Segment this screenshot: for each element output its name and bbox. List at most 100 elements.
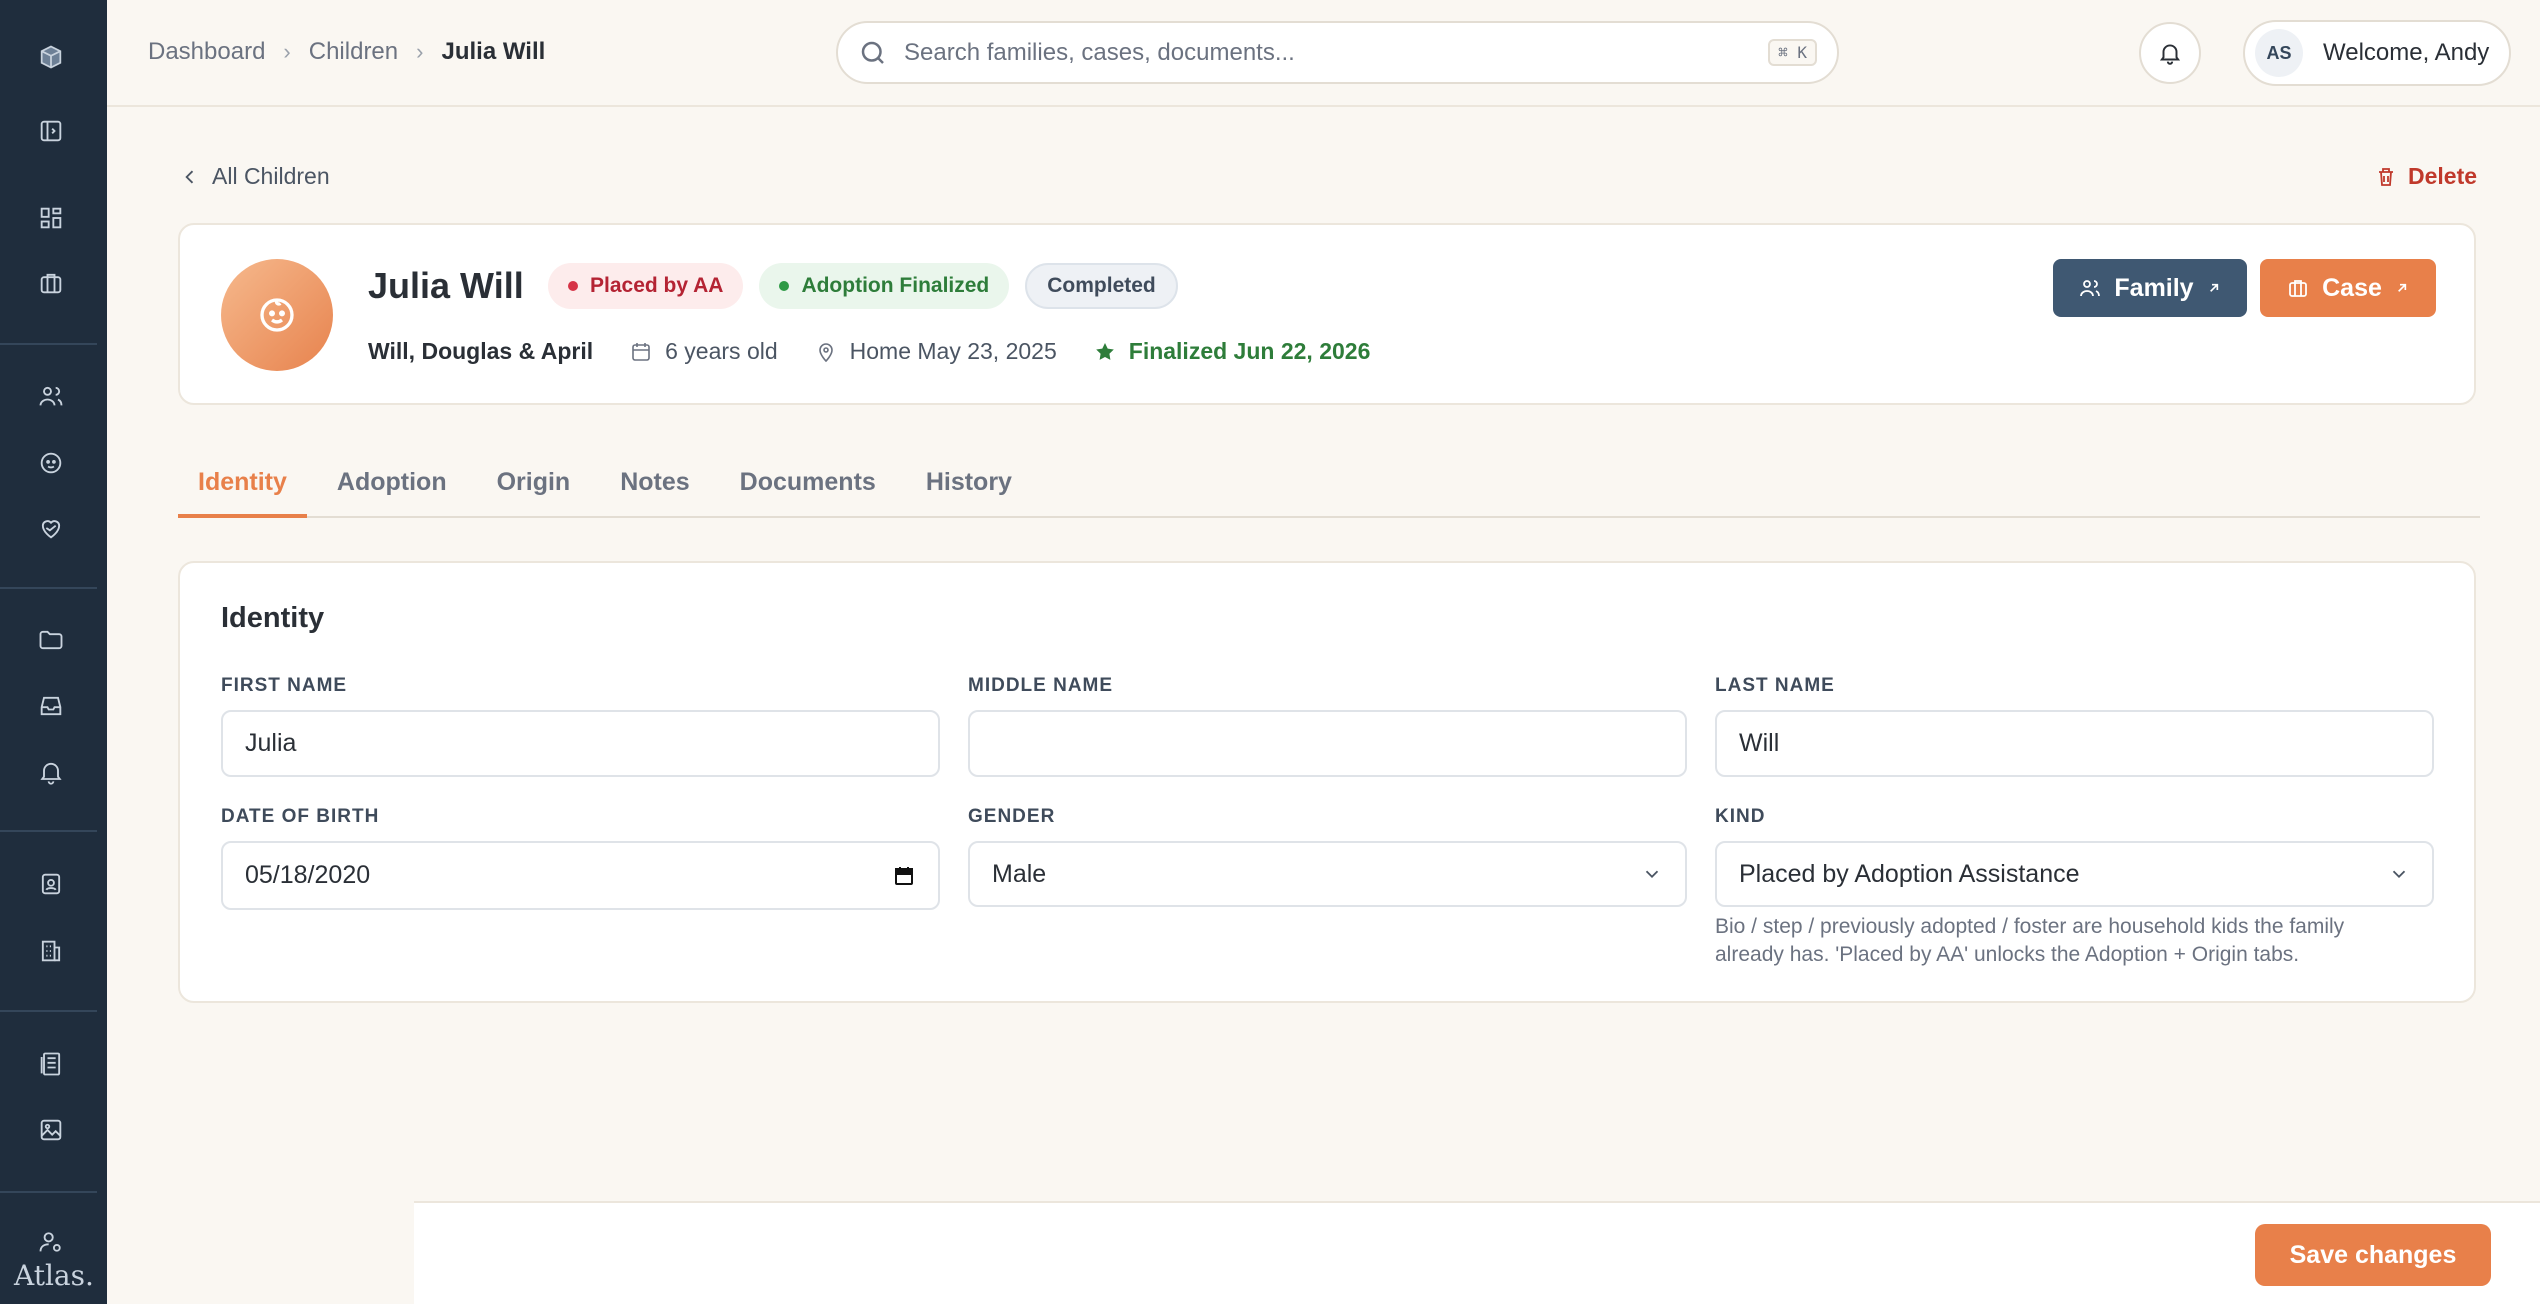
delete-label: Delete xyxy=(2408,163,2478,189)
finalized-text: Finalized Jun 22, 2026 xyxy=(1128,338,1371,364)
gender-select[interactable]: Male xyxy=(968,841,1687,907)
chevron-down-icon xyxy=(2392,870,2406,879)
back-to-children-link[interactable]: All Children xyxy=(180,163,330,190)
family-button[interactable]: Family xyxy=(2053,259,2247,317)
calendar-icon xyxy=(632,342,650,361)
location-pin-icon xyxy=(818,342,833,362)
home-text: Home May 23, 2025 xyxy=(849,338,1057,364)
chevron-down-icon xyxy=(1645,870,1659,879)
delete-button[interactable]: Delete xyxy=(2374,163,2477,190)
family-names: Will, Douglas & April xyxy=(368,338,594,364)
kind-help-text: Bio / step / previously adopted / foster… xyxy=(1715,915,2345,966)
sidebar: Atlas. xyxy=(0,0,107,1304)
app-logo-icon[interactable] xyxy=(33,39,69,75)
users-icon xyxy=(2080,280,2101,297)
breadcrumb-current: Julia Will xyxy=(441,38,546,65)
tab-history[interactable]: History xyxy=(906,448,1032,518)
middle-name-field[interactable] xyxy=(968,710,1687,777)
status-badge: Adoption Finalized xyxy=(759,263,1010,309)
dob-label: DATE OF BIRTH xyxy=(221,806,380,827)
middle-name-label: MIDDLE NAME xyxy=(968,675,1114,696)
user-menu[interactable]: AS Welcome, Andy xyxy=(2243,20,2511,86)
notifications-icon[interactable] xyxy=(33,754,69,790)
search-shortcut: ⌘ K xyxy=(1768,39,1817,66)
sidebar-divider xyxy=(0,343,97,345)
cases-icon[interactable] xyxy=(33,265,69,301)
status-badge: Completed xyxy=(1025,263,1178,309)
child-profile-card: Julia Will Placed by AA Adoption Finaliz… xyxy=(178,223,2476,405)
collapse-sidebar-icon[interactable] xyxy=(33,113,69,149)
breadcrumb-children[interactable]: Children xyxy=(309,38,398,66)
dashboard-icon[interactable] xyxy=(33,200,69,236)
families-icon[interactable] xyxy=(33,378,69,414)
first-name-field[interactable]: Julia xyxy=(221,710,940,777)
tab-origin[interactable]: Origin xyxy=(477,448,591,518)
tab-identity[interactable]: Identity xyxy=(178,448,307,518)
first-name-label: FIRST NAME xyxy=(221,675,348,696)
badge-label: Completed xyxy=(1047,274,1156,297)
status-dot xyxy=(568,281,578,291)
gallery-icon[interactable] xyxy=(33,1112,69,1148)
finalized-item: Finalized Jun 22, 2026 xyxy=(1093,338,1371,365)
search-icon xyxy=(861,41,884,64)
tab-notes[interactable]: Notes xyxy=(600,448,709,518)
calendar-icon[interactable] xyxy=(892,864,916,888)
chevron-left-icon xyxy=(185,170,194,183)
sidebar-divider xyxy=(0,587,97,589)
kind-value: Placed by Adoption Assistance xyxy=(1739,859,2080,888)
notifications-button[interactable] xyxy=(2139,22,2201,84)
badge-label: Adoption Finalized xyxy=(801,274,990,297)
back-label: All Children xyxy=(212,163,330,189)
detail-tabs: Identity Adoption Origin Notes Documents… xyxy=(178,448,2480,518)
star-icon xyxy=(1095,342,1114,360)
tab-documents[interactable]: Documents xyxy=(720,448,896,518)
avatar: AS xyxy=(2255,29,2303,77)
baby-face-icon xyxy=(260,298,294,332)
app-logo-text: Atlas. xyxy=(14,1259,94,1292)
sidebar-divider xyxy=(0,1191,97,1193)
breadcrumb-dashboard[interactable]: Dashboard xyxy=(148,38,265,66)
welcome-text: Welcome, Andy xyxy=(2323,39,2490,66)
contacts-icon[interactable] xyxy=(33,866,69,902)
save-button[interactable]: Save changes xyxy=(2255,1224,2491,1286)
dob-field[interactable]: 05/18/2020 xyxy=(221,841,940,910)
bell-icon xyxy=(2159,44,2181,65)
age-text: 6 years old xyxy=(665,338,778,364)
children-icon[interactable] xyxy=(33,445,69,481)
search-input[interactable] xyxy=(904,38,1769,67)
care-icon[interactable] xyxy=(33,510,69,546)
case-button-label: Case xyxy=(2322,273,2382,302)
identity-card: Identity FIRST NAME Julia MIDDLE NAME LA… xyxy=(178,561,2476,1003)
top-header: Dashboard › Children › Julia Will ⌘ K AS… xyxy=(107,0,2540,107)
home-item: Home May 23, 2025 xyxy=(814,338,1057,365)
gender-value: Male xyxy=(992,859,1047,888)
user-settings-icon[interactable] xyxy=(33,1224,69,1260)
sidebar-divider xyxy=(0,1010,97,1012)
reports-icon[interactable] xyxy=(33,1046,69,1082)
chevron-right-icon: › xyxy=(416,39,424,64)
breadcrumb: Dashboard › Children › Julia Will xyxy=(148,38,545,66)
search-bar[interactable]: ⌘ K xyxy=(836,21,1839,84)
identity-title: Identity xyxy=(221,602,325,634)
badge-label: Placed by AA xyxy=(590,274,724,297)
child-meta: Will, Douglas & April 6 years old Home M… xyxy=(368,338,1370,365)
gender-label: GENDER xyxy=(968,806,1056,827)
external-link-icon xyxy=(2397,283,2407,292)
external-link-icon xyxy=(2209,283,2218,292)
family-button-label: Family xyxy=(2114,273,2194,302)
agencies-icon[interactable] xyxy=(33,933,69,969)
case-button[interactable]: Case xyxy=(2260,259,2436,317)
last-name-field[interactable]: Will xyxy=(1715,710,2434,777)
chevron-right-icon: › xyxy=(283,39,291,64)
tab-adoption[interactable]: Adoption xyxy=(317,448,467,518)
dob-value: 05/18/2020 xyxy=(245,861,371,889)
kind-label: KIND xyxy=(1715,806,1766,827)
inbox-icon[interactable] xyxy=(33,688,69,724)
sidebar-divider xyxy=(0,830,97,832)
child-avatar xyxy=(221,259,333,371)
kind-select[interactable]: Placed by Adoption Assistance xyxy=(1715,841,2434,907)
status-badges: Placed by AA Adoption Finalized Complete… xyxy=(548,263,1178,309)
folder-icon[interactable] xyxy=(33,622,69,658)
briefcase-icon xyxy=(2289,280,2308,297)
last-name-label: LAST NAME xyxy=(1715,675,1835,696)
